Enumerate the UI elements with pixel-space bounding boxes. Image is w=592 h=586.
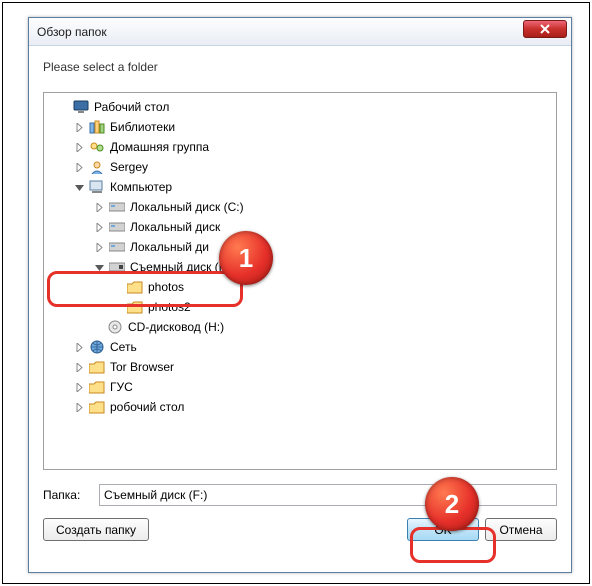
tree-label: CD-дисковод (H:) — [128, 320, 224, 334]
tree-label: photos2 — [148, 300, 191, 314]
drive-icon — [108, 199, 126, 215]
folder-icon — [88, 359, 106, 375]
libraries-icon — [88, 119, 106, 135]
close-button[interactable] — [523, 20, 567, 38]
expand-icon[interactable] — [72, 160, 86, 174]
tree-node-computer[interactable]: Компьютер — [44, 177, 556, 197]
path-row: Папка: — [43, 484, 557, 506]
path-input[interactable] — [99, 484, 557, 506]
expand-icon[interactable] — [72, 340, 86, 354]
tree-node-drive-c[interactable]: Локальный диск (C:) — [44, 197, 556, 217]
tree-node-homegroup[interactable]: Домашняя группа — [44, 137, 556, 157]
tree-label: Библиотеки — [110, 120, 175, 134]
close-icon — [540, 24, 550, 34]
tree-node-tor[interactable]: Tor Browser — [44, 357, 556, 377]
tree-label: Рабочий стол — [94, 100, 169, 114]
tree-node-photos[interactable]: photos — [44, 277, 556, 297]
tree-node-user[interactable]: Sergey — [44, 157, 556, 177]
tree-label: Локальный диск (C:) — [130, 200, 244, 214]
tree-label: photos — [148, 280, 184, 294]
expand-icon[interactable] — [72, 360, 86, 374]
folder-icon — [88, 399, 106, 415]
cd-drive-icon — [106, 319, 124, 335]
titlebar[interactable]: Обзор папок — [29, 18, 571, 46]
tree-label: робочий стол — [110, 400, 184, 414]
expand-icon[interactable] — [72, 140, 86, 154]
expand-icon[interactable] — [72, 380, 86, 394]
user-icon — [88, 159, 106, 175]
collapse-icon[interactable] — [72, 180, 86, 194]
instruction-text: Please select a folder — [29, 46, 571, 82]
dialog-buttons: Создать папку OK Отмена — [43, 518, 557, 541]
expand-icon[interactable] — [72, 120, 86, 134]
cancel-button[interactable]: Отмена — [485, 518, 557, 541]
tree-node-drive-d[interactable]: Локальный диск — [44, 217, 556, 237]
expand-icon[interactable] — [72, 400, 86, 414]
tree-label: Съемный диск (F — [130, 260, 226, 274]
collapse-icon[interactable] — [92, 260, 106, 274]
expand-icon[interactable] — [92, 240, 106, 254]
tree-node-removable-f[interactable]: Съемный диск (F — [44, 257, 556, 277]
tree-label: Sergey — [110, 160, 148, 174]
folder-tree[interactable]: Рабочий стол Библиотеки Домаш — [43, 92, 557, 470]
drive-icon — [108, 239, 126, 255]
ok-button[interactable]: OK — [407, 518, 479, 541]
tree-node-cd-h[interactable]: CD-дисковод (H:) — [44, 317, 556, 337]
tree-node-desktop[interactable]: Рабочий стол — [44, 97, 556, 117]
browse-folder-dialog: Обзор папок Please select a folder Рабоч… — [28, 17, 572, 573]
network-icon — [88, 339, 106, 355]
tree-node-desktop2[interactable]: робочий стол — [44, 397, 556, 417]
tree-label: Домашняя группа — [110, 140, 209, 154]
tree-label: Локальный ди — [130, 240, 209, 254]
screenshot-frame: Обзор папок Please select a folder Рабоч… — [2, 2, 590, 584]
tree-label: Локальный диск — [130, 220, 220, 234]
expand-icon[interactable] — [92, 200, 106, 214]
tree-node-photos2[interactable]: photos2 — [44, 297, 556, 317]
expand-icon[interactable] — [92, 220, 106, 234]
tree-label: ГУС — [110, 380, 133, 394]
tree-node-libraries[interactable]: Библиотеки — [44, 117, 556, 137]
tree-node-drive-e[interactable]: Локальный ди — [44, 237, 556, 257]
tree-node-network[interactable]: Сеть — [44, 337, 556, 357]
path-label: Папка: — [43, 488, 99, 502]
drive-icon — [108, 219, 126, 235]
removable-drive-icon — [108, 259, 126, 275]
folder-icon — [126, 299, 144, 315]
desktop-icon — [72, 99, 90, 115]
tree-node-gus[interactable]: ГУС — [44, 377, 556, 397]
new-folder-button[interactable]: Создать папку — [43, 518, 149, 541]
computer-icon — [88, 179, 106, 195]
tree-label: Компьютер — [110, 180, 172, 194]
folder-icon — [88, 379, 106, 395]
tree-label: Tor Browser — [110, 360, 174, 374]
homegroup-icon — [88, 139, 106, 155]
tree-label: Сеть — [110, 340, 137, 354]
folder-icon — [126, 279, 144, 295]
window-title: Обзор папок — [37, 25, 565, 39]
